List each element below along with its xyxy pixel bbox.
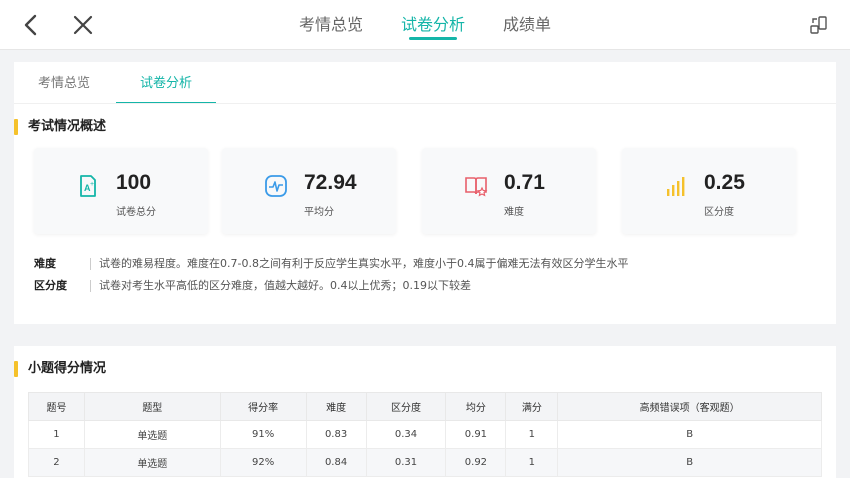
book-star-icon (465, 177, 488, 197)
column-header: 区分度 (365, 392, 447, 421)
table-row[interactable]: 2 单选题 92% 0.84 0.31 0.92 1 B (28, 448, 822, 477)
pulse-icon (265, 175, 287, 197)
table-cell: 0.34 (365, 420, 447, 449)
overview-section-title: 考试情况概述 (14, 118, 106, 136)
stat-card-total-score: A + 100 试卷总分 (34, 148, 208, 234)
table-cell: 0.31 (365, 448, 447, 477)
tab-overview[interactable]: 考情总览 (299, 0, 363, 50)
definition-text: 试卷的难易程度。难度在0.7-0.8之间有利于反应学生真实水平，难度小于0.4属… (99, 257, 629, 270)
tab-scores[interactable]: 成绩单 (503, 0, 551, 50)
table-cell: 92% (219, 448, 307, 477)
table-cell: 1 (28, 420, 85, 449)
stat-label: 区分度 (704, 207, 734, 218)
stat-value: 100 (116, 171, 152, 194)
definition-text: 试卷对考生水平高低的区分难度，值越大越好。0.4以上优秀；0.19以下较差 (99, 279, 471, 292)
table-cell: 0.92 (445, 448, 507, 477)
definition-discrimination: 区分度 试卷对考生水平高低的区分难度，值越大越好。0.4以上优秀；0.19以下较差 (34, 278, 471, 294)
subtab-divider (14, 103, 836, 104)
column-header: 得分率 (219, 392, 307, 421)
chevron-left-icon (24, 14, 37, 36)
definition-difficulty: 难度 试卷的难易程度。难度在0.7-0.8之间有利于反应学生真实水平，难度小于0.… (34, 256, 628, 272)
column-header: 满分 (505, 392, 559, 421)
table-cell: 0.91 (445, 420, 507, 449)
bar-signal-icon (667, 177, 685, 196)
svg-text:+: + (90, 181, 94, 188)
stat-card-difficulty: 0.71 难度 (422, 148, 596, 234)
stat-value: 72.94 (304, 171, 357, 194)
definition-separator (90, 258, 91, 270)
back-button[interactable] (16, 10, 46, 40)
column-header: 题型 (83, 392, 221, 421)
sub-tab-bar: 考情总览 试卷分析 (14, 62, 836, 104)
stat-value: 0.71 (504, 171, 545, 194)
table-cell: 0.84 (305, 448, 367, 477)
top-tab-bar: 考情总览 试卷分析 成绩单 (0, 0, 850, 50)
table-cell: B (557, 448, 822, 477)
question-score-table: 题号 题型 得分率 难度 区分度 均分 满分 高频错误项（客观题） 1 单选题 … (28, 392, 822, 477)
subtab-overview[interactable]: 考情总览 (14, 62, 114, 102)
column-header: 均分 (445, 392, 507, 421)
top-bar: 考情总览 试卷分析 成绩单 (0, 0, 850, 50)
table-cell: B (557, 420, 822, 449)
subtab-paper-analysis[interactable]: 试卷分析 (116, 62, 216, 104)
close-button[interactable] (68, 10, 98, 40)
table-cell: 1 (505, 448, 559, 477)
stat-label: 难度 (504, 207, 524, 218)
close-icon (73, 15, 93, 35)
tab-paper-analysis[interactable]: 试卷分析 (401, 0, 465, 50)
questions-section-title: 小题得分情况 (14, 360, 106, 378)
rotate-screen-icon (810, 16, 827, 34)
stat-card-discrimination: 0.25 区分度 (622, 148, 796, 234)
table-row[interactable]: 1 单选题 91% 0.83 0.34 0.91 1 B (28, 420, 822, 449)
definition-separator (90, 280, 91, 292)
column-header: 难度 (305, 392, 367, 421)
column-header: 高频错误项（客观题） (557, 392, 822, 421)
definition-term: 区分度 (34, 279, 67, 292)
definition-term: 难度 (34, 257, 56, 270)
table-cell: 2 (28, 448, 85, 477)
paper-score-icon: A + (80, 175, 96, 197)
question-score-card: 小题得分情况 题号 题型 得分率 难度 区分度 均分 满分 高频错误项（客观题）… (14, 346, 836, 478)
rotate-screen-button[interactable] (804, 10, 834, 40)
stat-card-average: 72.94 平均分 (222, 148, 396, 234)
stat-value: 0.25 (704, 171, 745, 194)
stat-label: 平均分 (304, 207, 334, 218)
stat-label: 试卷总分 (116, 207, 156, 218)
table-cell: 单选题 (83, 420, 221, 449)
exam-overview-card: 考情总览 试卷分析 考试情况概述 A + 100 试卷总分 72.94 平均分 … (14, 62, 836, 324)
table-cell: 单选题 (83, 448, 221, 477)
table-cell: 91% (219, 420, 307, 449)
table-cell: 1 (505, 420, 559, 449)
table-header-row: 题号 题型 得分率 难度 区分度 均分 满分 高频错误项（客观题） (28, 392, 822, 421)
column-header: 题号 (28, 392, 85, 421)
table-cell: 0.83 (305, 420, 367, 449)
